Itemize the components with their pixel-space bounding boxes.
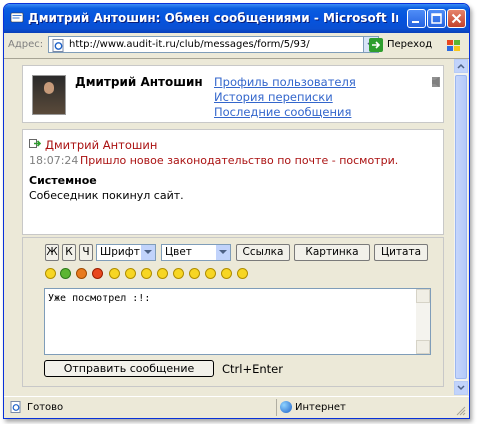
underline-button[interactable]: Ч — [79, 244, 93, 261]
link-button[interactable]: Ссылка — [236, 244, 290, 261]
send-message-button[interactable]: Отправить сообщение — [44, 360, 214, 377]
message-text: Пришло новое законодательство по почте -… — [80, 154, 399, 167]
browser-window: Дмитрий Антошин: Обмен сообщениями - Mic… — [3, 3, 470, 419]
question-icon[interactable] — [76, 268, 87, 279]
speaker-icon[interactable] — [432, 77, 440, 87]
chevron-down-icon — [219, 250, 227, 254]
scroll-down-icon[interactable] — [416, 340, 430, 354]
status-text: Готово — [27, 402, 64, 413]
scroll-down-icon[interactable] — [454, 381, 468, 395]
laugh-icon[interactable] — [157, 268, 168, 279]
resize-grip-icon[interactable] — [455, 405, 466, 416]
blush-icon[interactable] — [237, 268, 248, 279]
profile-link[interactable]: Профиль пользователя — [214, 75, 356, 90]
happy-icon[interactable] — [221, 268, 232, 279]
color-select-value: Цвет — [165, 246, 192, 258]
address-url: http://www.audit-it.ru/club/messages/for… — [69, 39, 310, 50]
sad-icon[interactable] — [125, 268, 136, 279]
window-title: Дмитрий Антошин: Обмен сообщениями - Mic… — [28, 11, 398, 25]
profile-name: Дмитрий Антошин — [75, 75, 203, 89]
grin-icon[interactable] — [205, 268, 216, 279]
chat-window-icon — [10, 12, 24, 23]
address-label: Адрес: — [8, 39, 44, 50]
italic-button[interactable]: К — [62, 244, 76, 261]
page-scrollbar[interactable] — [453, 59, 468, 395]
cool-icon[interactable] — [173, 268, 184, 279]
message-time: 18:07:24 — [29, 154, 79, 167]
bold-button[interactable]: Ж — [45, 244, 59, 261]
color-select[interactable]: Цвет — [161, 244, 231, 261]
exclaim-icon[interactable] — [92, 268, 103, 279]
message-textarea[interactable]: Уже посмотрел :!: — [44, 288, 431, 355]
font-select[interactable]: Шрифт — [96, 244, 156, 261]
scroll-thumb[interactable] — [455, 75, 467, 379]
message-editor: Ж К Ч Шрифт Цвет Ссылка Картинка Цитата — [22, 237, 444, 387]
address-bar: Адрес: http://www.audit-it.ru/club/messa… — [4, 33, 469, 59]
system-message-title: Системное — [29, 174, 97, 187]
profile-links: Профиль пользователя История переписки П… — [214, 75, 356, 120]
chevron-down-icon — [144, 250, 152, 254]
wink-icon[interactable] — [109, 268, 120, 279]
close-icon — [451, 13, 462, 24]
maximize-icon — [431, 13, 442, 24]
ie-page-icon — [52, 39, 64, 52]
minimize-icon — [412, 21, 419, 23]
smile-icon[interactable] — [45, 268, 56, 279]
message-author: Дмитрий Антошин — [45, 138, 158, 152]
close-button[interactable] — [447, 9, 466, 28]
go-button[interactable]: Переход — [369, 38, 433, 53]
status-bar: Готово Интернет — [4, 396, 469, 418]
go-label: Переход — [387, 39, 433, 50]
windows-logo-icon — [447, 40, 460, 51]
address-input[interactable]: http://www.audit-it.ru/club/messages/for… — [48, 36, 364, 53]
history-link[interactable]: История переписки — [214, 90, 356, 105]
up-icon[interactable] — [60, 268, 71, 279]
page-done-icon — [10, 401, 21, 413]
maximize-button[interactable] — [427, 9, 446, 28]
textarea-scrollbar[interactable] — [416, 289, 430, 354]
page-content: Дмитрий Антошин Профиль пользователя Ист… — [8, 59, 454, 395]
incoming-message-icon — [29, 139, 41, 148]
scroll-up-icon[interactable] — [416, 289, 430, 303]
font-select-value: Шрифт — [100, 246, 140, 258]
system-message-text: Собеседник покинул сайт. — [29, 189, 184, 202]
scroll-up-icon[interactable] — [454, 59, 468, 73]
profile-panel: Дмитрий Антошин Профиль пользователя Ист… — [22, 65, 444, 123]
hotkey-hint: Ctrl+Enter — [222, 362, 283, 376]
angry-icon[interactable] — [189, 268, 200, 279]
frown-icon[interactable] — [141, 268, 152, 279]
title-bar[interactable]: Дмитрий Антошин: Обмен сообщениями - Mic… — [4, 4, 469, 33]
message-history: Дмитрий Антошин 18:07:24 Пришло новое за… — [22, 129, 444, 235]
zone-text: Интернет — [295, 402, 346, 413]
avatar — [32, 75, 66, 115]
go-arrow-icon — [369, 38, 383, 52]
quote-button[interactable]: Цитата — [374, 244, 428, 261]
message-input-text: Уже посмотрел :!: — [48, 293, 151, 304]
image-button[interactable]: Картинка — [294, 244, 370, 261]
recent-messages-link[interactable]: Последние сообщения — [214, 105, 356, 120]
internet-zone-icon — [280, 401, 292, 413]
minimize-button[interactable] — [407, 9, 426, 28]
